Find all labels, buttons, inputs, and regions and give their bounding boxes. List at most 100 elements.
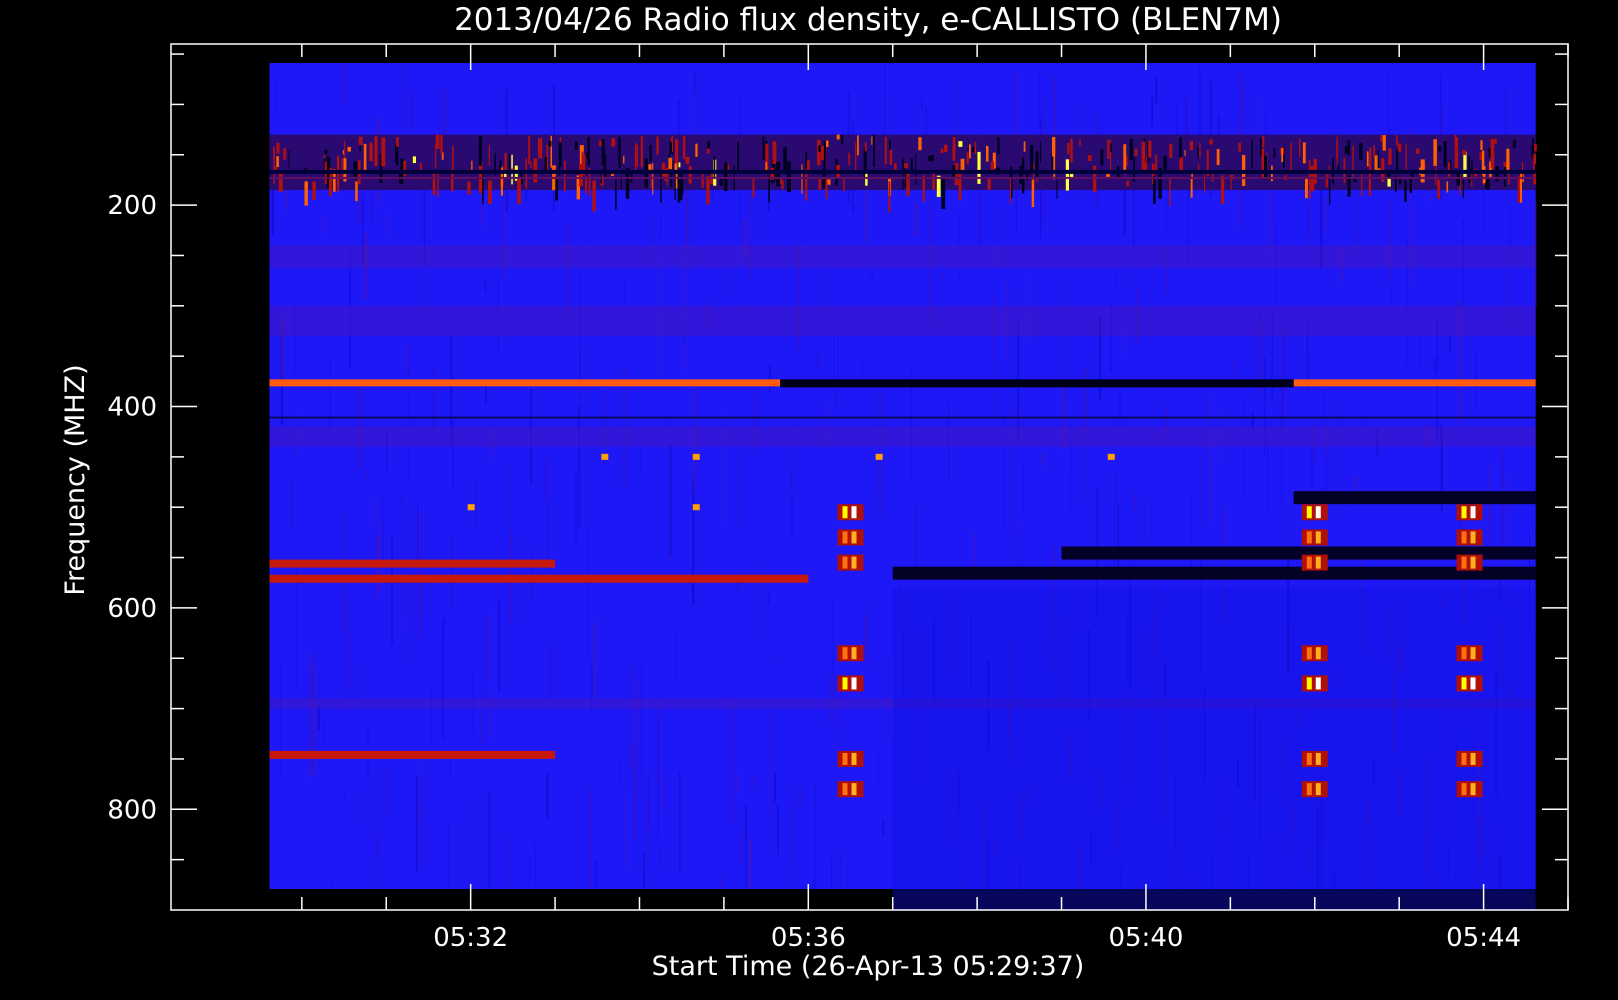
noise-streak	[1131, 268, 1134, 287]
rfi-streak	[1325, 174, 1328, 188]
burst-pulse	[837, 554, 864, 571]
noise-streak	[442, 616, 446, 641]
burst-spot	[875, 453, 883, 460]
rfi-streak	[1506, 148, 1510, 172]
rfi-streak	[1299, 138, 1301, 157]
noise-streak	[641, 660, 643, 777]
x-tick-label: 05:36	[771, 923, 846, 953]
haze-band	[269, 426, 1536, 447]
noise-streak	[642, 851, 646, 889]
rfi-streak	[587, 137, 590, 166]
noise-streak	[391, 537, 394, 645]
noise-streak	[1233, 359, 1236, 375]
rfi-streak	[508, 153, 511, 170]
rfi-streak	[634, 142, 637, 172]
rfi-streak	[986, 145, 989, 162]
rfi-streak	[276, 156, 279, 167]
rfi-streak	[1052, 137, 1056, 157]
noise-streak	[813, 784, 816, 889]
noise-streak	[753, 774, 756, 789]
x-tick-label: 05:32	[433, 923, 508, 953]
rfi-streak	[1153, 175, 1156, 204]
rfi-dark-line	[269, 169, 1536, 174]
noise-streak	[275, 77, 277, 109]
noise-streak	[1124, 333, 1127, 356]
burst-pulse-core	[842, 677, 848, 690]
rfi-streak	[1065, 159, 1069, 191]
rfi-streak	[1281, 148, 1284, 163]
rfi-streak	[419, 162, 422, 171]
rfi-streak	[640, 136, 643, 168]
rfi-streak	[374, 136, 378, 167]
rfi-streak	[997, 137, 1000, 155]
rfi-streak	[1336, 135, 1338, 167]
noise-streak	[740, 821, 743, 864]
rfi-streak	[977, 151, 981, 184]
rfi-streak	[1169, 178, 1171, 207]
noise-streak	[758, 561, 759, 626]
burst-pulse-core	[1306, 677, 1312, 690]
rfi-streak	[783, 147, 787, 174]
rfi-streak	[848, 152, 850, 165]
burst-pulse	[1456, 645, 1483, 662]
rfi-streak	[1107, 139, 1110, 159]
spectrogram-figure: 2013/04/26 Radio flux density, e-CALLIST…	[0, 0, 1618, 1000]
rfi-streak	[1463, 152, 1467, 179]
burst-spot	[601, 453, 609, 460]
noise-streak	[1165, 194, 1167, 232]
rfi-streak	[1433, 139, 1437, 166]
rfi-streak	[1494, 138, 1497, 144]
rfi-streak	[675, 139, 679, 164]
rfi-streak	[928, 155, 933, 162]
rfi-streak	[1409, 179, 1412, 193]
noise-streak	[773, 651, 775, 665]
noise-streak	[846, 870, 848, 889]
noise-streak	[410, 569, 413, 664]
noise-streak	[418, 801, 420, 822]
burst-pulse	[1301, 554, 1328, 571]
noise-streak	[625, 794, 627, 869]
rfi-streak	[1361, 171, 1363, 197]
rfi-streak	[538, 138, 543, 159]
rfi-streak	[762, 136, 765, 160]
y-axis-label: Frequency (MHZ)	[60, 364, 91, 595]
x-tick-label: 05:44	[1446, 923, 1521, 953]
noise-streak	[381, 496, 384, 560]
rfi-streak	[855, 142, 857, 172]
rfi-streak	[1359, 142, 1363, 161]
noise-streak	[510, 462, 512, 549]
noise-streak	[657, 697, 660, 783]
rfi-streak	[888, 181, 891, 213]
noise-streak	[323, 215, 325, 234]
rfi-streak	[918, 137, 922, 151]
rfi-streak	[452, 145, 454, 170]
rfi-streak	[1462, 179, 1465, 198]
absorption-band	[892, 566, 1536, 580]
noise-streak	[1242, 399, 1245, 500]
burst-pulse	[837, 504, 864, 521]
noise-streak	[385, 766, 387, 819]
rfi-streak	[1009, 177, 1012, 205]
rfi-streak	[966, 152, 969, 165]
rfi-streak	[752, 177, 755, 198]
burst-pulse-core	[1306, 752, 1312, 765]
rfi-streak	[941, 177, 946, 209]
rfi-streak	[530, 162, 532, 169]
noise-streak	[430, 690, 433, 742]
rfi-streak	[1129, 139, 1133, 161]
rfi-streak	[517, 178, 521, 204]
rfi-streak	[592, 180, 596, 212]
noise-streak	[1388, 199, 1391, 282]
noise-streak	[790, 467, 792, 502]
rfi-streak	[358, 136, 363, 146]
rfi-streak	[1190, 179, 1193, 198]
noise-streak	[574, 472, 578, 543]
rfi-streak	[825, 177, 828, 199]
rfi-streak	[1448, 162, 1451, 177]
rfi-streak	[902, 158, 904, 190]
rfi-streak	[1238, 142, 1241, 152]
noise-streak	[296, 569, 299, 690]
rfi-streak	[1462, 150, 1467, 156]
noise-streak	[737, 775, 739, 794]
noise-streak	[768, 590, 771, 606]
